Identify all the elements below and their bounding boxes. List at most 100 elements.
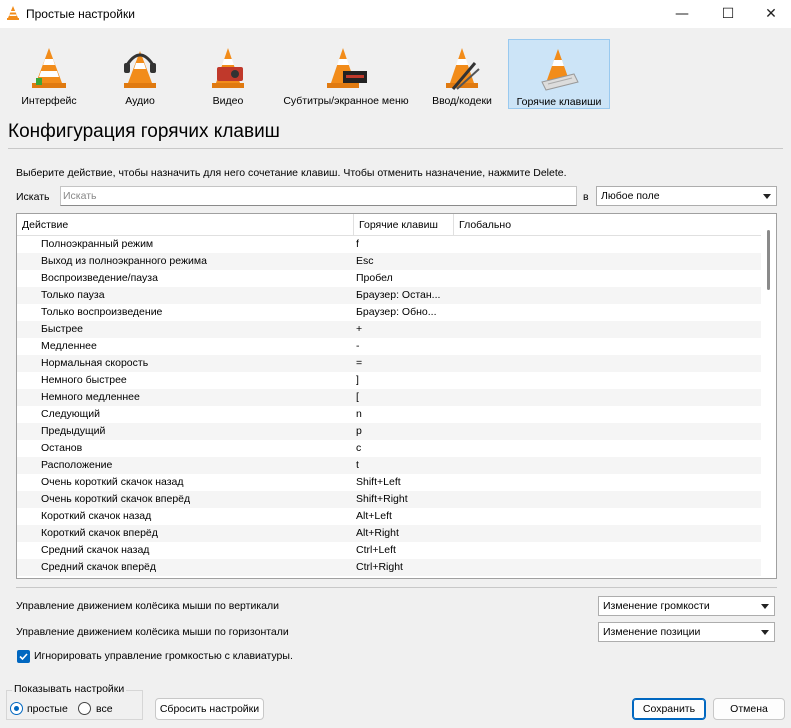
scrollbar-thumb[interactable] (767, 230, 770, 290)
radio-all[interactable] (78, 702, 91, 715)
hotkey-cell[interactable]: n (356, 406, 362, 423)
hotkey-cell[interactable]: Alt+Left (356, 508, 392, 525)
cone-subtitles-icon (327, 48, 367, 88)
action-cell: Немного медленнее (41, 391, 140, 403)
category-label: Горячие клавиши (516, 96, 602, 108)
column-header-action[interactable]: Действие (17, 214, 354, 236)
category-label: Интерфейс (21, 95, 77, 107)
hotkey-cell[interactable]: Ctrl+Left (356, 542, 396, 559)
window-title: Простые настройки (26, 7, 135, 21)
table-row[interactable]: Только воспроизведение Браузер: Обно... (17, 304, 761, 321)
table-row[interactable]: Быстрее + (17, 321, 761, 338)
hotkey-cell[interactable]: Shift+Right (356, 491, 408, 508)
action-cell: Только пауза (41, 289, 105, 301)
wheel-vertical-select[interactable]: Изменение громкости (598, 596, 775, 616)
hotkeys-table[interactable]: Действие Горячие клавиш Глобально Полноэ… (16, 213, 777, 579)
hotkey-cell[interactable]: c (356, 440, 361, 457)
maximize-button[interactable]: ☐ (705, 0, 751, 28)
table-row[interactable]: Предыдущий p (17, 423, 761, 440)
category-toolbar: Интерфейс Аудио Видео Субтитры/экранное … (8, 38, 788, 110)
table-row[interactable]: Медленнее - (17, 338, 761, 355)
table-row[interactable]: Расположение t (17, 457, 761, 474)
wheel-vertical-label: Управление движением колёсика мыши по ве… (16, 600, 279, 612)
hotkey-cell[interactable]: f (356, 236, 359, 253)
hotkey-cell[interactable]: Alt+Right (356, 525, 399, 542)
table-row[interactable]: Нормальная скорость = (17, 355, 761, 372)
radio-all-label[interactable]: все (96, 703, 113, 715)
hotkey-cell[interactable]: p (356, 423, 362, 440)
action-cell: Расположение (41, 459, 113, 471)
action-cell: Средний скачок вперёд (41, 561, 157, 573)
chevron-down-icon (761, 630, 769, 635)
category-codecs[interactable]: Ввод/кодеки (420, 39, 504, 109)
action-cell: Медленнее (41, 340, 97, 352)
category-audio[interactable]: Аудио (100, 39, 180, 109)
table-row[interactable]: Короткий скачок назад Alt+Left (17, 508, 761, 525)
chevron-down-icon (763, 194, 771, 199)
divider (8, 148, 783, 149)
hotkey-cell[interactable]: Браузер: Остан... (356, 287, 440, 304)
hotkey-cell[interactable]: t (356, 457, 359, 474)
hotkey-cell[interactable]: ] (356, 372, 359, 389)
table-header: Действие Горячие клавиш Глобально (17, 214, 761, 236)
search-field-value: Любое поле (601, 190, 660, 202)
hotkey-cell[interactable]: + (356, 321, 362, 338)
minimize-button[interactable]: — (659, 0, 705, 28)
action-cell: Короткий скачок вперёд (41, 527, 158, 539)
hotkey-cell[interactable]: Пробел (356, 270, 393, 287)
table-row[interactable]: Полноэкранный режим f (17, 236, 761, 253)
hotkey-cell[interactable]: Shift+Left (356, 474, 401, 491)
table-row[interactable]: Следующий n (17, 406, 761, 423)
table-row[interactable]: Короткий скачок вперёд Alt+Right (17, 525, 761, 542)
category-interface[interactable]: Интерфейс (8, 39, 90, 109)
close-button[interactable]: ✕ (748, 0, 791, 28)
table-row[interactable]: Только пауза Браузер: Остан... (17, 287, 761, 304)
action-cell: Следующий (41, 408, 100, 420)
table-row[interactable]: Очень короткий скачок назад Shift+Left (17, 474, 761, 491)
table-row[interactable]: Выход из полноэкранного режима Esc (17, 253, 761, 270)
hint-text: Выберите действие, чтобы назначить для н… (16, 167, 567, 179)
table-row[interactable]: Немного медленнее [ (17, 389, 761, 406)
wheel-horizontal-value: Изменение позиции (603, 626, 701, 638)
action-cell: Останов (41, 442, 83, 454)
ignore-volume-checkbox[interactable] (17, 650, 30, 663)
action-cell: Нормальная скорость (41, 357, 149, 369)
category-hotkeys[interactable]: Горячие клавиши (508, 39, 610, 109)
table-row[interactable]: Немного быстрее] (17, 372, 761, 389)
show-settings-title: Показывать настройки (12, 683, 127, 695)
reset-settings-button[interactable]: Сбросить настройки (155, 698, 264, 720)
cone-codecs-icon (446, 48, 480, 90)
hotkey-cell[interactable]: = (356, 355, 362, 372)
ignore-volume-label[interactable]: Игнорировать управление громкостью с кла… (34, 650, 293, 662)
hotkey-cell[interactable]: Esc (356, 253, 374, 270)
vertical-scrollbar[interactable] (760, 214, 776, 578)
search-input[interactable]: Искать (60, 186, 577, 206)
column-header-hotkey[interactable]: Горячие клавиш (354, 214, 454, 236)
radio-simple[interactable] (10, 702, 23, 715)
hotkey-cell[interactable]: Ctrl+Right (356, 559, 403, 576)
title-bar: Простые настройки — ☐ ✕ (0, 0, 791, 28)
category-label: Субтитры/экранное меню (283, 95, 409, 107)
table-row[interactable]: Останов c (17, 440, 761, 457)
search-field-select[interactable]: Любое поле (596, 186, 777, 206)
hotkey-cell[interactable]: - (356, 338, 360, 355)
category-video[interactable]: Видео (188, 39, 268, 109)
action-cell: Быстрее (41, 323, 84, 335)
cancel-button[interactable]: Отмена (713, 698, 785, 720)
table-row[interactable]: Воспроизведение/пауза Пробел (17, 270, 761, 287)
hotkey-cell[interactable]: [ (356, 389, 359, 406)
category-label: Видео (212, 95, 244, 107)
radio-simple-label[interactable]: простые (27, 703, 68, 715)
hotkey-cell[interactable]: Браузер: Обно... (356, 304, 436, 321)
wheel-horizontal-select[interactable]: Изменение позиции (598, 622, 775, 642)
action-cell: Средний скачок назад (41, 544, 150, 556)
category-subtitles[interactable]: Субтитры/экранное меню (276, 39, 416, 109)
table-row[interactable]: Средний скачок вперёд Ctrl+Right (17, 559, 761, 576)
vlc-cone-icon (7, 6, 19, 20)
table-row[interactable]: Очень короткий скачок вперёд Shift+Right (17, 491, 761, 508)
column-header-global[interactable]: Глобально (454, 214, 654, 236)
save-button[interactable]: Сохранить (632, 698, 706, 720)
action-cell: Очень короткий скачок вперёд (41, 493, 191, 505)
table-row[interactable]: Средний скачок назад Ctrl+Left (17, 542, 761, 559)
action-cell: Только воспроизведение (41, 306, 163, 318)
